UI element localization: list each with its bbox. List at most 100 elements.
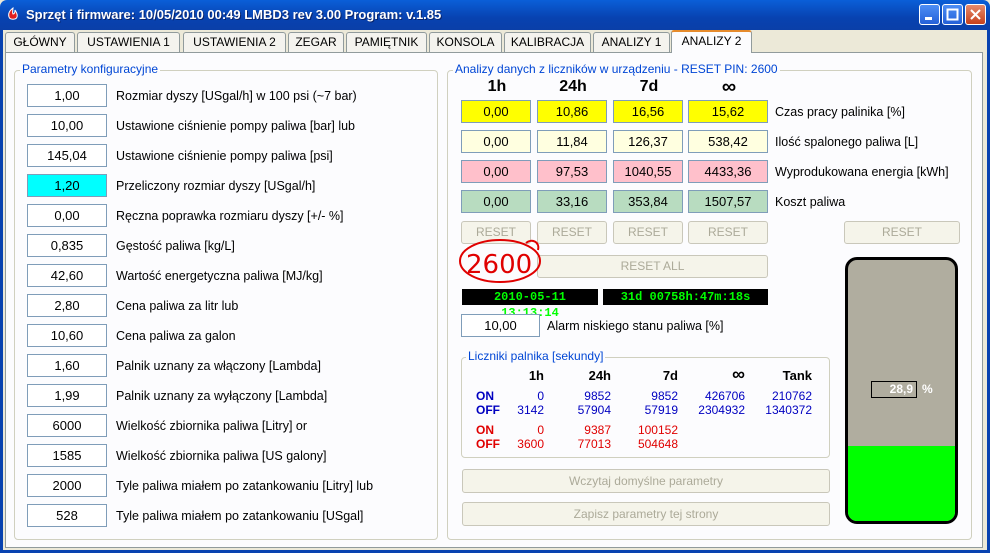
save-page-button[interactable]: Zapisz parametry tej strony bbox=[462, 502, 830, 526]
analysis-value-field: 353,84 bbox=[613, 190, 683, 213]
analysis-value-field: 97,53 bbox=[537, 160, 607, 183]
config-value-field[interactable]: 145,04 bbox=[27, 144, 107, 167]
counter-value: 0 bbox=[537, 389, 544, 403]
config-value-field[interactable]: 10,60 bbox=[27, 324, 107, 347]
device-clock: 2010-05-11 13:13:14 bbox=[462, 289, 598, 320]
tab-konsola[interactable]: KONSOLA bbox=[429, 32, 502, 52]
config-label: Wielkość zbiornika paliwa [US galony] bbox=[116, 449, 327, 463]
config-label: Przeliczony rozmiar dyszy [USgal/h] bbox=[116, 179, 316, 193]
app-icon bbox=[8, 7, 18, 20]
config-label: Palnik uznany za wyłączony [Lambda] bbox=[116, 389, 328, 403]
window-title: Sprzęt i firmware: 10/05/2010 00:49 LMBD… bbox=[26, 7, 442, 22]
config-label: Ustawione ciśnienie pompy paliwa [psi] bbox=[116, 149, 333, 163]
header-24h: 24h bbox=[559, 78, 587, 95]
tab-ustawienia-2[interactable]: USTAWIENIA 2 bbox=[183, 32, 286, 52]
config-value-field[interactable]: 0,835 bbox=[27, 234, 107, 257]
analysis-value-field: 1507,57 bbox=[688, 190, 768, 213]
counter-value: 57904 bbox=[577, 403, 611, 417]
config-value-field[interactable]: 0,00 bbox=[27, 204, 107, 227]
header-infinity: ∞ bbox=[721, 76, 737, 98]
analysis-value-field: 10,86 bbox=[537, 100, 607, 123]
config-label: Tyle paliwa miałem po zatankowaniu [USga… bbox=[116, 509, 364, 523]
counter-value: 2304932 bbox=[698, 403, 745, 417]
minimize-icon bbox=[920, 5, 939, 24]
config-value-field[interactable]: 42,60 bbox=[27, 264, 107, 287]
counter-header-1h: 1h bbox=[528, 368, 544, 383]
config-value-field[interactable]: 2,80 bbox=[27, 294, 107, 317]
maximize-button[interactable] bbox=[942, 4, 963, 25]
tab-ustawienia-1[interactable]: USTAWIENIA 1 bbox=[77, 32, 180, 52]
tank-level-readout: 28,9 bbox=[871, 381, 917, 398]
minimize-button[interactable] bbox=[919, 4, 940, 25]
analysis-value-field: 0,00 bbox=[461, 100, 531, 123]
config-label: Gęstość paliwa [kg/L] bbox=[116, 239, 235, 253]
tank-percent-sign: % bbox=[922, 382, 933, 396]
analysis-value-field: 16,56 bbox=[613, 100, 683, 123]
config-label: Cena paliwa za litr lub bbox=[116, 299, 239, 313]
counter-value: 504648 bbox=[637, 437, 678, 451]
analysis-value-field: 11,84 bbox=[537, 130, 607, 153]
config-value-field[interactable]: 1,99 bbox=[27, 384, 107, 407]
config-value-field[interactable]: 10,00 bbox=[27, 114, 107, 137]
analysis-value-field: 0,00 bbox=[461, 130, 531, 153]
config-value-field[interactable]: 1,60 bbox=[27, 354, 107, 377]
counter-header-7d: 7d bbox=[662, 368, 678, 383]
reset-infinity-button[interactable]: RESET bbox=[688, 221, 768, 244]
counter-value: 77013 bbox=[577, 437, 611, 451]
counter-row-label: OFF bbox=[476, 437, 500, 451]
header-7d: 7d bbox=[639, 78, 659, 95]
counter-value: 3600 bbox=[517, 437, 544, 451]
reset-all-button[interactable]: RESET ALL bbox=[537, 255, 768, 278]
load-defaults-button[interactable]: Wczytaj domyślne parametry bbox=[462, 469, 830, 493]
tab-analizy-1[interactable]: ANALIZY 1 bbox=[593, 32, 670, 52]
counter-value: 3142 bbox=[517, 403, 544, 417]
analysis-row-label: Wyprodukowana energia [kWh] bbox=[775, 165, 949, 179]
config-label: Cena paliwa za galon bbox=[116, 329, 236, 343]
tab-kalibracja[interactable]: KALIBRACJA bbox=[504, 32, 591, 52]
counter-row-label: ON bbox=[476, 423, 494, 437]
analysis-value-field: 33,16 bbox=[537, 190, 607, 213]
header-1h: 1h bbox=[487, 78, 507, 95]
counter-value: 426706 bbox=[704, 389, 745, 403]
analysis-value-field: 126,37 bbox=[613, 130, 683, 153]
counters-group-title: Liczniki palnika [sekundy] bbox=[466, 349, 606, 363]
analysis-value-field: 15,62 bbox=[688, 100, 768, 123]
config-value-field[interactable]: 1,20 bbox=[27, 174, 107, 197]
config-value-field[interactable]: 1585 bbox=[27, 444, 107, 467]
config-value-field[interactable]: 2000 bbox=[27, 474, 107, 497]
maximize-icon bbox=[943, 5, 962, 24]
tab-zegar[interactable]: ZEGAR bbox=[288, 32, 344, 52]
config-label: Ręczna poprawka rozmiaru dyszy [+/- %] bbox=[116, 209, 344, 223]
reset-tank-button[interactable]: RESET bbox=[844, 221, 960, 244]
device-uptime: 31d 00758h:47m:18s bbox=[603, 289, 768, 305]
config-group-title: Parametry konfiguracyjne bbox=[20, 62, 161, 76]
pin-annotation-text: 2600 bbox=[466, 250, 533, 280]
config-value-field[interactable]: 528 bbox=[27, 504, 107, 527]
analysis-group-title: Analizy danych z liczników w urządzeniu … bbox=[453, 62, 780, 76]
reset-24h-button[interactable]: RESET bbox=[537, 221, 607, 244]
tab-analizy-2[interactable]: ANALIZY 2 bbox=[671, 30, 752, 53]
alarm-level-field[interactable]: 10,00 bbox=[461, 314, 540, 337]
tab-glowny[interactable]: GŁÓWNY bbox=[5, 32, 75, 52]
config-label: Wielkość zbiornika paliwa [Litry] or bbox=[116, 419, 308, 433]
analysis-value-field: 0,00 bbox=[461, 160, 531, 183]
counter-value: 1340372 bbox=[765, 403, 812, 417]
config-value-field[interactable]: 1,00 bbox=[27, 84, 107, 107]
counter-header-tank: Tank bbox=[782, 368, 812, 383]
counter-value: 210762 bbox=[771, 389, 812, 403]
counter-value: 9387 bbox=[584, 423, 611, 437]
counter-header-infinity: ∞ bbox=[732, 364, 745, 384]
close-button[interactable] bbox=[965, 4, 986, 25]
config-value-field[interactable]: 6000 bbox=[27, 414, 107, 437]
analysis-row-label: Koszt paliwa bbox=[775, 195, 846, 209]
config-label: Palnik uznany za włączony [Lambda] bbox=[116, 359, 321, 373]
config-label: Tyle paliwa miałem po zatankowaniu [Litr… bbox=[116, 479, 374, 493]
analysis-value-field: 538,42 bbox=[688, 130, 768, 153]
counter-value: 0 bbox=[537, 423, 544, 437]
config-label: Rozmiar dyszy [USgal/h] w 100 psi (~7 ba… bbox=[116, 89, 357, 103]
close-icon bbox=[966, 5, 985, 24]
counter-header-24h: 24h bbox=[588, 368, 611, 383]
analysis-row-label: Czas pracy palinika [%] bbox=[775, 105, 905, 119]
reset-7d-button[interactable]: RESET bbox=[613, 221, 683, 244]
tab-pamietnik[interactable]: PAMIĘTNIK bbox=[346, 32, 427, 52]
